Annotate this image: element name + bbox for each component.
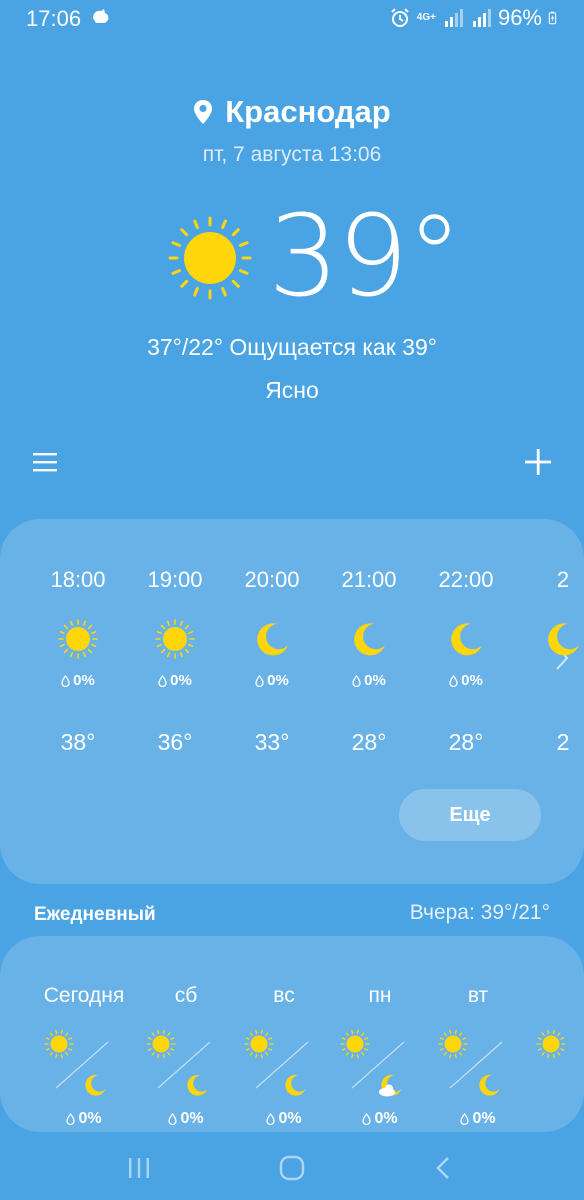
precipitation-value: 0% — [278, 1110, 302, 1127]
day-name: вс — [273, 984, 295, 1007]
day-name: вт — [467, 984, 489, 1007]
location-title[interactable]: Краснодар — [0, 94, 584, 130]
droplet-icon — [61, 674, 70, 687]
precipitation-value: 0% — [78, 1110, 102, 1127]
home-icon[interactable] — [278, 1154, 306, 1182]
precipitation: 0% — [234, 1110, 334, 1128]
precipitation: 0% — [330, 1110, 430, 1128]
navigation-bar — [0, 1140, 584, 1200]
notification-icon — [93, 9, 109, 23]
precipitation: 0% — [428, 1110, 528, 1128]
temperature-range-feels-like: 37°/22° Ощущается как 39° — [147, 334, 437, 360]
city-name: Краснодар — [225, 94, 391, 129]
location-pin-icon — [194, 100, 213, 124]
precipitation: 0% — [127, 672, 223, 689]
hour-time: 2 — [556, 567, 570, 592]
network-type: 4G+ — [416, 12, 436, 23]
moon-icon — [479, 1074, 500, 1096]
battery-percent: 96% — [497, 5, 542, 30]
moon-icon — [451, 623, 482, 656]
moon-cloud-icon — [379, 1074, 402, 1097]
yesterday-temperature: Вчера: 39°/21° — [409, 901, 550, 924]
moon-icon — [257, 623, 288, 656]
precipitation: 0% — [224, 672, 320, 689]
hour-temperature: 33° — [254, 729, 290, 755]
hour-temperature: 36° — [157, 729, 193, 755]
precipitation-value: 0% — [364, 672, 386, 689]
precipitation-value: 0% — [461, 672, 483, 689]
hour-time: 19:00 — [147, 567, 203, 592]
moon-icon — [187, 1074, 208, 1096]
battery-charging-icon — [548, 11, 557, 25]
hour-temperature: 28° — [351, 729, 387, 755]
sun-icon — [168, 216, 252, 300]
day-name: сб — [174, 984, 198, 1007]
precipitation: 0% — [321, 672, 417, 689]
hour-time: 22:00 — [438, 567, 494, 592]
status-bar: 17:06 4G+ 96% — [0, 0, 584, 38]
menu-icon[interactable] — [30, 446, 64, 480]
status-time: 17:06 — [26, 6, 82, 31]
hourly-forecast-card[interactable]: Еще 18:00 0% 38° 19:00 0% 36° 20:00 0% 3… — [0, 519, 584, 884]
sun-icon — [58, 619, 98, 659]
more-button[interactable]: Еще — [399, 789, 541, 841]
status-right: 4G+ 96% — [389, 5, 562, 30]
droplet-icon — [362, 1113, 372, 1125]
moon-icon — [548, 623, 579, 656]
moon-icon — [285, 1074, 306, 1096]
precipitation-value: 0% — [170, 672, 192, 689]
signal-icon — [444, 9, 463, 27]
day-name: Сегодня — [43, 984, 125, 1007]
hour-time: 21:00 — [341, 567, 397, 592]
precipitation: 0% — [30, 672, 126, 689]
current-temperature: 39° — [268, 192, 463, 322]
precipitation: 0% — [418, 672, 514, 689]
droplet-icon — [460, 1113, 470, 1125]
alarm-icon — [391, 8, 409, 27]
hour-temperature: 38° — [60, 729, 96, 755]
droplet-icon — [158, 674, 167, 687]
hour-temperature: 28° — [448, 729, 484, 755]
precipitation-value: 0% — [472, 1110, 496, 1127]
daily-title: Ежедневный — [34, 904, 156, 925]
droplet-icon — [352, 674, 361, 687]
signal-icon-2 — [472, 9, 491, 27]
moon-icon — [354, 623, 385, 656]
sun-icon — [155, 619, 195, 659]
weather-condition: Ясно — [265, 377, 319, 403]
precipitation-value: 0% — [374, 1110, 398, 1127]
hour-time: 20:00 — [244, 567, 300, 592]
day-name: пн — [368, 984, 392, 1007]
precipitation-value: 0% — [180, 1110, 204, 1127]
droplet-icon — [449, 674, 458, 687]
precipitation-value: 0% — [267, 672, 289, 689]
recent-apps-icon[interactable] — [126, 1154, 152, 1182]
sun-icon — [536, 1029, 566, 1059]
add-location-icon[interactable] — [520, 444, 556, 480]
droplet-icon — [266, 1113, 276, 1125]
precipitation: 0% — [136, 1110, 236, 1128]
droplet-icon — [255, 674, 264, 687]
back-icon[interactable] — [432, 1154, 454, 1182]
moon-icon — [85, 1074, 106, 1096]
droplet-icon — [66, 1113, 76, 1125]
precipitation: 0% — [34, 1110, 134, 1128]
precipitation-value: 0% — [73, 672, 95, 689]
hour-temperature: 2 — [556, 729, 570, 755]
droplet-icon — [168, 1113, 178, 1125]
date-time: пт, 7 августа 13:06 — [202, 143, 382, 166]
daily-forecast-card[interactable]: Сегодня 0% сб 0% вс 0% пн 0% вт 0% — [0, 936, 584, 1132]
hour-time: 18:00 — [50, 567, 106, 592]
